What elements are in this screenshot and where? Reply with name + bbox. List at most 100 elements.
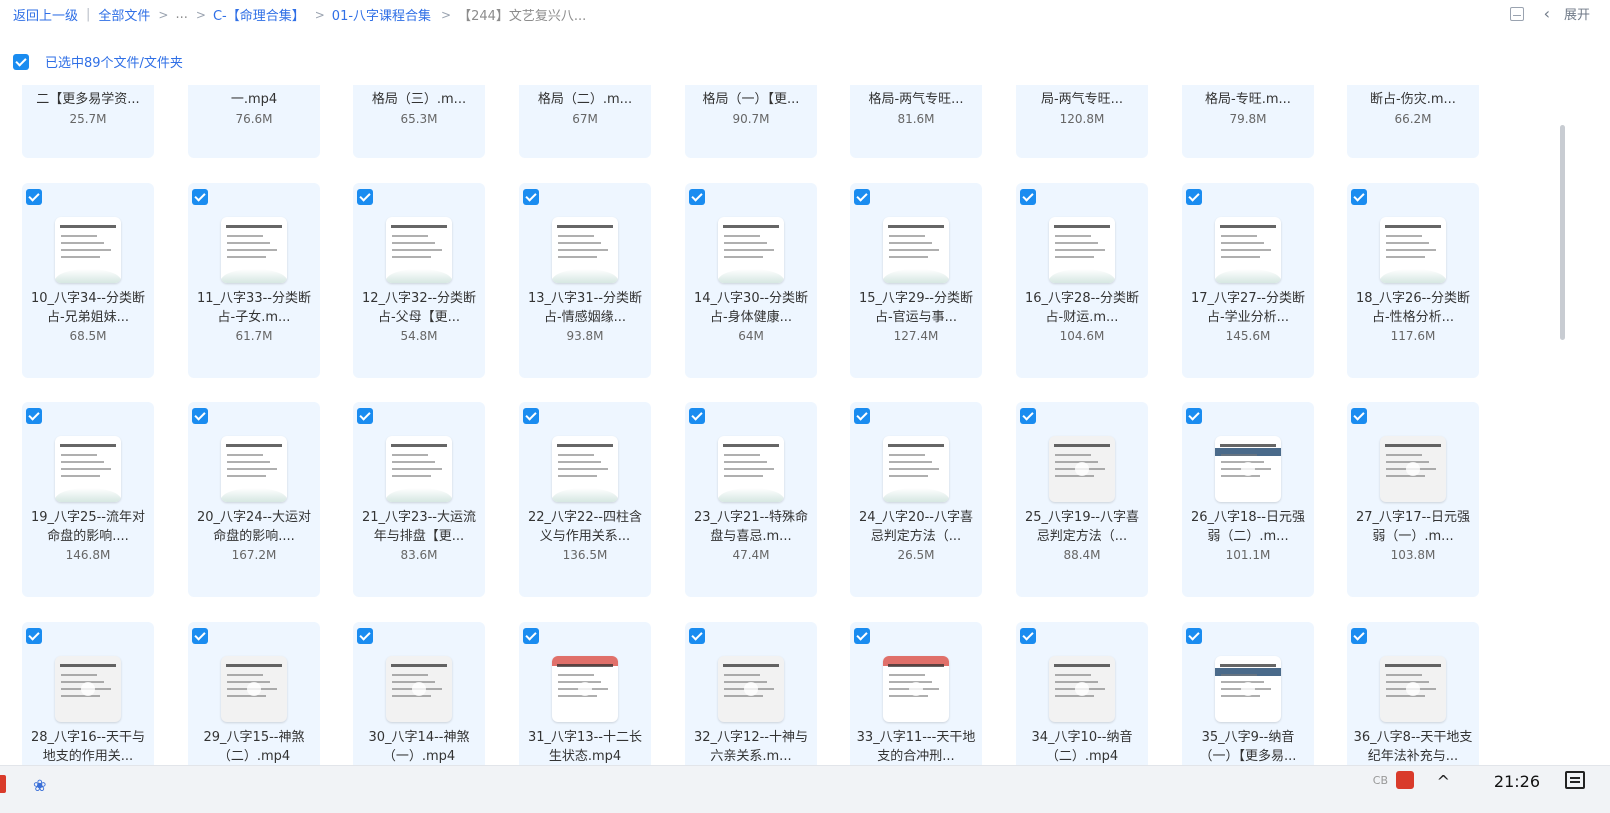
file-thumbnail [1215,217,1281,283]
file-card[interactable]: 局-两气专旺... 120.8M [1016,85,1148,158]
file-card[interactable]: 27_八字17--日元强弱（一）.m... 103.8M [1347,402,1479,597]
play-icon [578,682,592,696]
file-card[interactable]: 格局（三）.m... 65.3M [353,85,485,158]
file-thumbnail [1380,656,1446,722]
file-card[interactable]: 35_八字9--纳音（一）【更多易... [1182,622,1314,765]
file-size: 66.2M [1394,112,1432,126]
file-checkbox[interactable] [1020,628,1036,644]
breadcrumb-folder1[interactable]: C-【命理合集】 [213,5,305,24]
file-thumbnail [1049,436,1115,502]
file-checkbox[interactable] [357,189,373,205]
file-card[interactable]: 32_八字12--十神与六亲关系.m... [685,622,817,765]
file-card[interactable]: 24_八字20--八字喜忌判定方法（... 26.5M [850,402,982,597]
file-card[interactable]: 23_八字21--特殊命盘与喜忌.m... 47.4M [685,402,817,597]
file-checkbox[interactable] [854,189,870,205]
file-card[interactable]: 22_八字22--四柱含义与作用关系... 136.5M [519,402,651,597]
file-thumbnail [718,656,784,722]
file-card[interactable]: 36_八字8--天干地支纪年法补充与... [1347,622,1479,765]
chevron-right-icon: > [195,7,206,22]
file-card[interactable]: 17_八字27--分类断占-学业分析... 145.6M [1182,183,1314,378]
file-size: 90.7M [732,112,770,126]
back-link[interactable]: 返回上一级 [13,5,78,24]
breadcrumb-folder2[interactable]: 01-八字课程合集 [332,5,431,24]
expand-button[interactable]: 展开 [1564,4,1590,23]
file-card[interactable]: 14_八字30--分类断占-身体健康... 64M [685,183,817,378]
breadcrumb-all-files[interactable]: 全部文件 [98,5,150,24]
file-checkbox[interactable] [1351,628,1367,644]
file-checkbox[interactable] [1351,189,1367,205]
clock[interactable]: 21:26 [1494,772,1540,791]
file-checkbox[interactable] [854,628,870,644]
file-card[interactable]: 格局-专旺.m... 79.8M [1182,85,1314,158]
file-card[interactable]: 33_八字11---天干地支的合冲刑... [850,622,982,765]
file-checkbox[interactable] [1020,189,1036,205]
ime-indicator[interactable]: CB [1373,774,1388,787]
file-checkbox[interactable] [1186,408,1202,424]
file-card[interactable]: 15_八字29--分类断占-官运与事... 127.4M [850,183,982,378]
file-checkbox[interactable] [1020,408,1036,424]
file-card[interactable]: 二【更多易学资... 25.7M [22,85,154,158]
file-checkbox[interactable] [26,189,42,205]
file-card[interactable]: 20_八字24--大运对命盘的影响.... 167.2M [188,402,320,597]
file-name: 断占-伤灾.m... [1370,92,1456,107]
file-card[interactable]: 12_八字32--分类断占-父母【更... 54.8M [353,183,485,378]
file-checkbox[interactable] [523,628,539,644]
file-card[interactable]: 16_八字28--分类断占-财运.m... 104.6M [1016,183,1148,378]
file-card[interactable]: 断占-伤灾.m... 66.2M [1347,85,1479,158]
file-thumbnail [1215,656,1281,722]
file-card[interactable]: 31_八字13--十二长生状态.mp4 [519,622,651,765]
list-view-icon[interactable] [1509,6,1524,21]
file-checkbox[interactable] [192,628,208,644]
file-name: 12_八字32--分类断占-父母【更... [362,291,476,325]
file-name: 格局（三）.m... [371,92,467,107]
file-name: 30_八字14--神煞（一）.mp4 [368,730,470,764]
file-card[interactable]: 25_八字19--八字喜忌判定方法（... 88.4M [1016,402,1148,597]
scrollbar-thumb[interactable] [1560,125,1565,340]
file-checkbox[interactable] [26,628,42,644]
file-checkbox[interactable] [523,189,539,205]
file-card[interactable]: 格局（一）【更... 90.7M [685,85,817,158]
file-card[interactable]: 30_八字14--神煞（一）.mp4 [353,622,485,765]
file-checkbox[interactable] [357,408,373,424]
file-checkbox[interactable] [689,189,705,205]
file-name: 10_八字34--分类断占-兄弟姐妹... [31,291,145,325]
chevron-up-icon[interactable]: ^ [1437,772,1450,791]
file-checkbox[interactable] [689,408,705,424]
file-size: 136.5M [562,548,608,562]
breadcrumb-current: 【244】文艺复兴八... [458,9,587,24]
file-card[interactable]: 13_八字31--分类断占-情感姻缘... 93.8M [519,183,651,378]
file-checkbox[interactable] [26,408,42,424]
file-checkbox[interactable] [1186,189,1202,205]
file-thumbnail [1049,656,1115,722]
file-checkbox[interactable] [192,189,208,205]
file-card[interactable]: 26_八字18--日元强弱（二）.m... 101.1M [1182,402,1314,597]
file-checkbox[interactable] [854,408,870,424]
baidu-netdisk-icon[interactable]: ❀ [33,776,46,795]
file-checkbox[interactable] [689,628,705,644]
file-checkbox[interactable] [523,408,539,424]
file-card[interactable]: 21_八字23--大运流年与排盘【更... 83.6M [353,402,485,597]
file-card[interactable]: 19_八字25--流年对命盘的影响.... 146.8M [22,402,154,597]
file-card[interactable]: 18_八字26--分类断占-性格分析... 117.6M [1347,183,1479,378]
tray-app-icon[interactable] [1396,771,1414,789]
file-checkbox[interactable] [1186,628,1202,644]
file-checkbox[interactable] [192,408,208,424]
play-icon [1241,682,1255,696]
notification-icon[interactable] [1565,771,1585,789]
file-card[interactable]: 28_八字16--天干与地支的作用关... [22,622,154,765]
breadcrumb-ellipsis[interactable]: ... [175,7,187,22]
file-checkbox[interactable] [1351,408,1367,424]
file-name: 格局（一）【更... [702,92,800,107]
file-card[interactable]: 一.mp4 76.6M [188,85,320,158]
file-card[interactable]: 格局-两气专旺... 81.6M [850,85,982,158]
app-red-icon[interactable] [0,775,6,793]
file-card[interactable]: 格局（二）.m... 67M [519,85,651,158]
file-card[interactable]: 11_八字33--分类断占-子女.m... 61.7M [188,183,320,378]
file-checkbox[interactable] [357,628,373,644]
file-card[interactable]: 29_八字15--神煞（二）.mp4 [188,622,320,765]
file-card[interactable]: 34_八字10--纳音（二）.mp4 [1016,622,1148,765]
file-card[interactable]: 10_八字34--分类断占-兄弟姐妹... 68.5M [22,183,154,378]
select-all-checkbox[interactable] [13,53,29,70]
chevron-left-icon[interactable]: ‹ [1544,4,1550,23]
file-thumbnail [386,656,452,722]
